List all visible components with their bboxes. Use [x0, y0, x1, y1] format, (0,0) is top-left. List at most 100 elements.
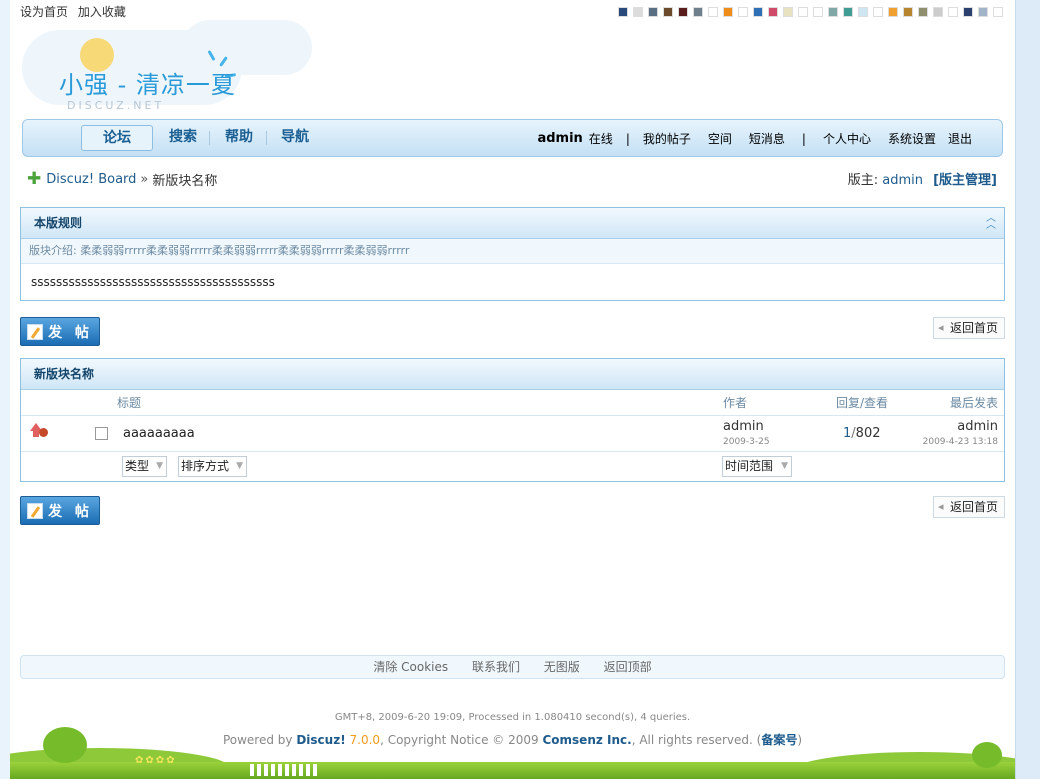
view-count: 802 [855, 426, 881, 441]
thread-list-box: 新版块名称 标题 作者 回复/查看 最后发表 aaaaaaaaa admin 2… [20, 358, 1005, 482]
style-swatch[interactable] [723, 7, 733, 17]
thread-select-checkbox[interactable] [95, 427, 108, 440]
style-swatch[interactable] [993, 7, 1003, 17]
tab-search[interactable]: 搜索 [163, 125, 203, 151]
table-row: aaaaaaaaa admin 2009-3-25 1/802 admin 20… [21, 416, 1004, 452]
sort-filter-label: 排序方式 [181, 459, 230, 473]
style-swatch[interactable] [633, 7, 643, 17]
time-filter-label: 时间范围 [725, 459, 774, 473]
back-home-button[interactable]: 返回首页 [933, 317, 1005, 339]
page: 设为首页 加入收藏 小强 - 清凉一夏 DISCUZ.NET 论坛 搜索 帮助 … [10, 0, 1015, 779]
thread-author-link[interactable]: admin [723, 419, 764, 434]
bookmark-link[interactable]: 加入收藏 [78, 5, 126, 19]
tab-help[interactable]: 帮助 [219, 125, 259, 151]
site-logo[interactable]: 小强 - 清凉一夏 DISCUZ.NET [22, 20, 322, 115]
style-swatch[interactable] [663, 7, 673, 17]
column-author: 作者 [723, 396, 748, 410]
style-swatch[interactable] [798, 7, 808, 17]
style-swatch[interactable] [933, 7, 943, 17]
logout-link[interactable]: 退出 [948, 130, 972, 147]
type-filter-select[interactable]: 类型 ▼ [122, 456, 167, 477]
thread-subject-link[interactable]: aaaaaaaaa [123, 426, 195, 441]
thread-list-columns: 标题 作者 回复/查看 最后发表 [21, 390, 1004, 416]
style-swatch[interactable] [768, 7, 778, 17]
style-swatch[interactable] [963, 7, 973, 17]
set-home-link[interactable]: 设为首页 [20, 5, 68, 19]
discuz-link[interactable]: Discuz! [296, 733, 345, 747]
clear-cookies-link[interactable]: 清除 Cookies [373, 660, 448, 674]
style-swatch[interactable] [828, 7, 838, 17]
nav-divider [266, 131, 267, 145]
style-swatch[interactable] [783, 7, 793, 17]
nav-divider [209, 131, 210, 145]
style-swatch[interactable] [648, 7, 658, 17]
style-swatch[interactable] [813, 7, 823, 17]
powered-prefix: Powered by [222, 733, 293, 747]
style-swatch[interactable] [948, 7, 958, 17]
topbar: 设为首页 加入收藏 [20, 3, 132, 20]
style-swatch[interactable] [918, 7, 928, 17]
moderator-label: 版主: [847, 173, 879, 188]
moderator-info: 版主: admin [版主管理] [848, 169, 997, 188]
style-swatch[interactable] [888, 7, 898, 17]
tab-forum[interactable]: 论坛 [81, 125, 153, 151]
type-filter-label: 类型 [125, 459, 150, 473]
rules-body: sssssssssssssssssssssssssssssssssssssss [31, 275, 275, 289]
breadcrumb-home[interactable]: Discuz! Board [46, 172, 136, 187]
time-filter-select[interactable]: 时间范围 ▼ [722, 456, 792, 477]
new-post-label: 发 帖 [48, 503, 93, 520]
style-swatch[interactable] [678, 7, 688, 17]
user-center-link[interactable]: 个人中心 [823, 130, 871, 147]
contact-us-link[interactable]: 联系我们 [472, 660, 520, 674]
edit-icon [27, 502, 44, 519]
close-paren: ) [797, 733, 803, 747]
moderator-name-link[interactable]: admin [882, 173, 923, 188]
style-swatch[interactable] [873, 7, 883, 17]
forum-rules-box: 本版规则 ︿ ︿ 版块介绍: 柔柔弱弱rrrrr柔柔弱弱rrrrr柔柔弱弱rrrr… [20, 207, 1005, 301]
new-post-button-bottom[interactable]: 发 帖 [20, 496, 100, 525]
footer-links: 清除 Cookies 联系我们 无图版 返回顶部 [20, 655, 1005, 679]
user-menu: admin 在线 | 我的帖子 空间 短消息 | 个人中心 系统设置 退出 [537, 130, 972, 147]
settings-link[interactable]: 系统设置 [888, 130, 936, 147]
forum-title: 新版块名称 [34, 367, 95, 381]
style-swatch[interactable] [693, 7, 703, 17]
style-swatch[interactable] [858, 7, 868, 17]
logo-subtitle: DISCUZ.NET [67, 99, 165, 112]
window-scrollbar[interactable] [1015, 0, 1040, 779]
thread-filter-row: 类型 ▼ 排序方式 ▼ 时间范围 ▼ [21, 452, 1004, 481]
chevron-down-icon: ▼ [156, 461, 163, 471]
last-post-author-link[interactable]: admin [957, 419, 998, 434]
style-swatch[interactable] [753, 7, 763, 17]
text-version-link[interactable]: 无图版 [544, 660, 580, 674]
back-to-top-link[interactable]: 返回顶部 [604, 660, 652, 674]
sort-filter-select[interactable]: 排序方式 ▼ [178, 456, 247, 477]
style-swatch[interactable] [618, 7, 628, 17]
chevron-down-icon: ▼ [781, 461, 788, 471]
style-swatch[interactable] [843, 7, 853, 17]
new-post-button[interactable]: 发 帖 [20, 317, 100, 346]
thread-date: 2009-3-25 [723, 437, 770, 447]
style-swatch[interactable] [903, 7, 913, 17]
beian-link[interactable]: 备案号 [761, 733, 797, 747]
style-swatch[interactable] [978, 7, 988, 17]
online-status[interactable]: 在线 [589, 130, 613, 147]
collapse-icon[interactable]: ︿ ︿ [984, 214, 998, 231]
my-posts-link[interactable]: 我的帖子 [643, 130, 691, 147]
tab-navigation[interactable]: 导航 [275, 125, 315, 151]
tree-icon [972, 742, 1002, 768]
new-post-label: 发 帖 [48, 324, 93, 341]
messages-link[interactable]: 短消息 [749, 130, 785, 147]
last-post-date-link[interactable]: 2009-4-23 13:18 [923, 437, 998, 447]
space-link[interactable]: 空间 [708, 130, 732, 147]
main-nav: 论坛 搜索 帮助 导航 admin 在线 | 我的帖子 空间 短消息 | 个人中… [22, 119, 1003, 157]
style-swatch[interactable] [738, 7, 748, 17]
rules-title: 本版规则 [34, 216, 83, 230]
breadcrumb: ✚ Discuz! Board » 新版块名称 [27, 169, 217, 189]
comsenz-link[interactable]: Comsenz Inc. [542, 733, 631, 747]
rules-intro: 版块介绍: 柔柔弱弱rrrrr柔柔弱弱rrrrr柔柔弱弱rrrrr柔柔弱弱rrr… [21, 239, 1004, 264]
username[interactable]: admin [537, 131, 582, 146]
back-home-button-bottom[interactable]: 返回首页 [933, 496, 1005, 518]
moderator-manage-link[interactable]: [版主管理] [933, 173, 997, 188]
version-text: 7.0.0 [349, 733, 381, 747]
style-swatch[interactable] [708, 7, 718, 17]
